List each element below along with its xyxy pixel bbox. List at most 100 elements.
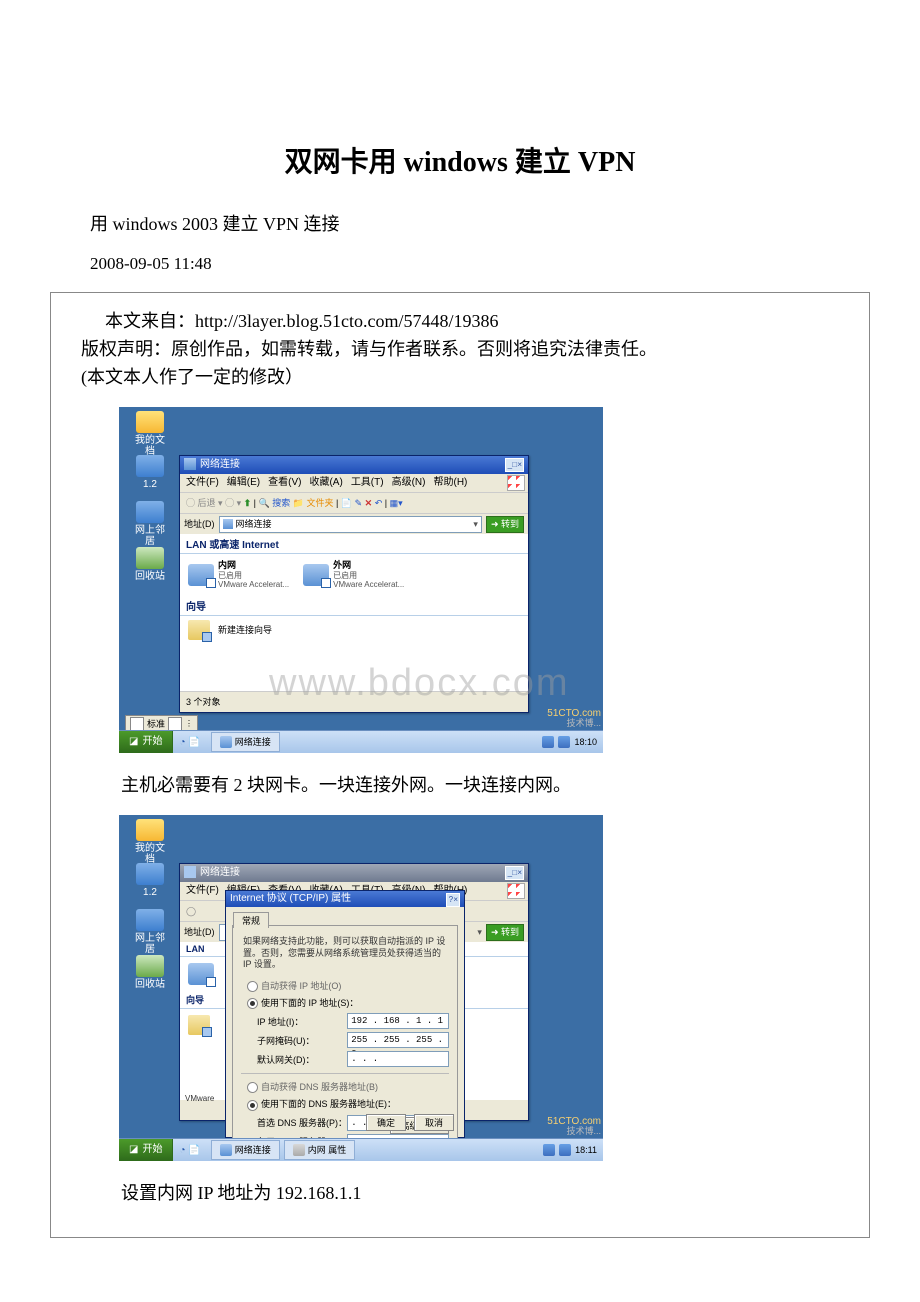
- folders-button[interactable]: 📁 文件夹: [293, 498, 334, 508]
- window-controls[interactable]: _ □ ×: [505, 866, 524, 880]
- new-connection-wizard[interactable]: 新建连接向导: [188, 620, 520, 640]
- menu-bar: 文件(F) 编辑(E) 查看(V) 收藏(A) 工具(T) 高级(N) 帮助(H…: [180, 474, 528, 493]
- tab-general[interactable]: 常规: [233, 912, 269, 928]
- address-bar: 地址(D) 网络连接 ▾ ➜ 转到: [180, 514, 528, 535]
- desktop-recyclebin-icon[interactable]: 回收站: [133, 547, 167, 582]
- ok-button[interactable]: 确定: [366, 1114, 406, 1131]
- tool-icon[interactable]: 📄: [341, 498, 352, 508]
- title-vpn: VPN: [578, 147, 636, 178]
- title-windows: windows: [404, 147, 515, 178]
- properties-icon: [293, 1144, 305, 1156]
- desktop-12-label: 1.2: [143, 479, 157, 490]
- window-controls[interactable]: _ □ ×: [505, 458, 524, 472]
- desktop-12-icon[interactable]: 1.2: [133, 863, 167, 898]
- input-ip[interactable]: 192 . 168 . 1 . 1: [347, 1013, 449, 1029]
- window-titlebar[interactable]: 网络连接 _ □ ×: [180, 456, 528, 474]
- forward-button[interactable]: ◯ ▾: [225, 498, 244, 508]
- menu-file[interactable]: 文件(F): [186, 474, 219, 492]
- back-button[interactable]: ◯: [186, 906, 196, 916]
- search-button[interactable]: 🔍 搜索: [259, 498, 291, 508]
- connection-internal[interactable]: 内网 已启用 VMware Accelerat...: [188, 560, 289, 590]
- desktop-network-label: 网上邻居: [135, 933, 165, 955]
- quicklaunch[interactable]: ◔ 📄: [173, 737, 206, 748]
- clock[interactable]: 18:10: [574, 737, 597, 747]
- menu-tools[interactable]: 工具(T): [351, 474, 384, 492]
- address-input[interactable]: 网络连接 ▾: [219, 516, 482, 533]
- undo-icon[interactable]: ↶: [375, 498, 383, 508]
- intro-suffix: 建立 VPN 连接: [223, 214, 340, 234]
- watermark-bdocx: www.bdocx.com: [269, 662, 570, 705]
- watermark-51cto-line2: 技术博...: [547, 719, 601, 729]
- dialog-titlebar[interactable]: Internet 协议 (TCP/IP) 属性 ? ×: [226, 891, 464, 907]
- conn-internal-state: 已启用: [218, 571, 289, 581]
- toolbar: ◯ 后退 ▾ ◯ ▾ ⬆ | 🔍 搜索 📁 文件夹 | 📄 ✎ ✕ ↶ | ▦▾: [180, 493, 528, 514]
- tray-icon[interactable]: [559, 1144, 571, 1156]
- menu-file[interactable]: 文件(F): [186, 882, 219, 900]
- desktop-mydocs-icon[interactable]: 我的文档: [133, 819, 167, 865]
- title-part-1: 双网卡用: [285, 147, 404, 178]
- label-ip: IP 地址(I)：: [257, 1015, 347, 1028]
- dialog-controls[interactable]: ? ×: [446, 893, 460, 907]
- tray-icon[interactable]: [543, 1144, 555, 1156]
- caption-two-nics: 主机必需要有 2 块网卡。一块连接外网。一块连接内网。: [121, 771, 839, 797]
- connection-external[interactable]: 外网 已启用 VMware Accelerat...: [303, 560, 404, 590]
- group-lan-header: LAN 或高速 Internet: [180, 534, 528, 554]
- delete-icon[interactable]: ✕: [365, 498, 373, 508]
- tcpip-properties-dialog: Internet 协议 (TCP/IP) 属性 ? × 常规 如果网络支持此功能…: [225, 890, 465, 1138]
- go-button[interactable]: ➜ 转到: [486, 516, 524, 533]
- caption-ip-prefix: 设置内网 IP 地址为: [121, 1183, 276, 1203]
- ime-icon[interactable]: [168, 717, 182, 731]
- start-button[interactable]: ◪开始: [119, 1139, 173, 1161]
- window-titlebar-inactive[interactable]: 网络连接 _ □ ×: [180, 864, 528, 882]
- radio-use-dns[interactable]: 使用下面的 DNS 服务器地址(E)：: [247, 1097, 443, 1110]
- desktop-network-icon[interactable]: 网上邻居: [133, 501, 167, 547]
- tray-icon[interactable]: [542, 736, 554, 748]
- post-timestamp: 2008-09-05 11:48: [90, 254, 870, 274]
- watermark-51cto: 51CTO.com 技术博...: [547, 708, 601, 729]
- network-icon: [223, 519, 233, 529]
- tool-icon[interactable]: ✎: [355, 498, 363, 508]
- watermark-51cto-line2: 技术博...: [547, 1127, 601, 1137]
- taskbar-item-network[interactable]: 网络连接: [211, 1140, 280, 1160]
- clock[interactable]: 18:11: [575, 1145, 597, 1155]
- desktop-recyclebin-icon[interactable]: 回收站: [133, 955, 167, 990]
- radio-auto-ip[interactable]: 自动获得 IP 地址(O): [247, 979, 443, 992]
- network-icon: [220, 1144, 232, 1156]
- menu-view[interactable]: 查看(V): [268, 474, 301, 492]
- menu-help[interactable]: 帮助(H): [433, 474, 467, 492]
- cancel-button[interactable]: 取消: [414, 1114, 454, 1131]
- desktop-mydocs-label: 我的文档: [135, 435, 165, 457]
- intro-line: 用 windows 2003 建立 VPN 连接: [90, 210, 870, 236]
- source-line: 本文来自：http://3layer.blog.51cto.com/57448/…: [105, 307, 839, 333]
- quicklaunch[interactable]: ◔ 📄: [173, 1145, 206, 1156]
- conn-external-device: VMware Accelerat...: [333, 580, 404, 590]
- up-button[interactable]: ⬆: [244, 498, 252, 508]
- menu-advanced[interactable]: 高级(N): [392, 474, 426, 492]
- system-tray: 18:10: [536, 736, 603, 748]
- desktop-network-icon[interactable]: 网上邻居: [133, 909, 167, 955]
- input-mask[interactable]: 255 . 255 . 255 . 0: [347, 1032, 449, 1048]
- ime-icon[interactable]: [130, 717, 144, 731]
- input-gateway[interactable]: . . .: [347, 1051, 449, 1067]
- menu-edit[interactable]: 编辑(E): [227, 474, 260, 492]
- views-icon[interactable]: ▦▾: [390, 498, 403, 508]
- tray-icon[interactable]: [558, 736, 570, 748]
- nic-icon: [188, 564, 214, 586]
- radio-auto-dns[interactable]: 自动获得 DNS 服务器地址(B): [247, 1080, 443, 1093]
- system-tray: 18:11: [537, 1144, 603, 1156]
- modification-note: (本文本人作了一定的修改）: [81, 363, 839, 389]
- desktop-12-icon[interactable]: 1.2: [133, 455, 167, 490]
- windows-flag-icon: [507, 883, 525, 899]
- taskbar-item-properties[interactable]: 内网 属性: [284, 1140, 356, 1160]
- wizard-icon: [188, 620, 210, 640]
- watermark-51cto: 51CTO.com 技术博...: [547, 1116, 601, 1137]
- go-button[interactable]: ➜ 转到: [486, 924, 524, 941]
- start-button[interactable]: ◪开始: [119, 731, 173, 753]
- menu-favorites[interactable]: 收藏(A): [309, 474, 342, 492]
- conn-internal-name: 内网: [218, 560, 289, 571]
- desktop-mydocs-icon[interactable]: 我的文档: [133, 411, 167, 457]
- taskbar-item-network[interactable]: 网络连接: [211, 732, 280, 752]
- field-mask: 子网掩码(U)：255 . 255 . 255 . 0: [257, 1032, 449, 1048]
- radio-use-ip[interactable]: 使用下面的 IP 地址(S)：: [247, 996, 443, 1009]
- back-button[interactable]: ◯ 后退 ▾: [186, 498, 223, 508]
